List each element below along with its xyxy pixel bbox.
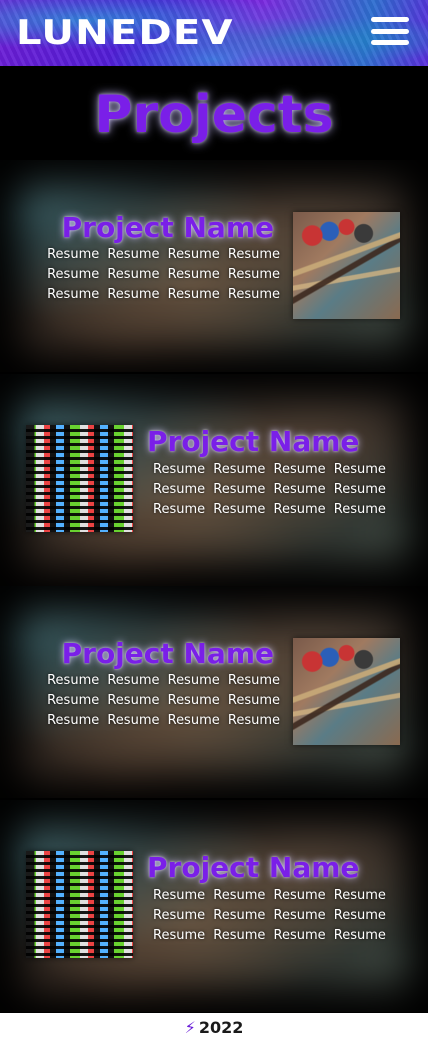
site-footer: ⚡ 2022	[0, 1013, 428, 1043]
project-description: Resume Resume Resume Resume Resume Resum…	[153, 888, 386, 943]
hamburger-menu-button[interactable]	[371, 17, 409, 45]
project-description: Resume Resume Resume Resume Resume Resum…	[153, 462, 386, 517]
hamburger-menu-icon	[371, 17, 409, 22]
hamburger-menu-icon	[371, 40, 409, 45]
page-title: Projects	[94, 85, 334, 145]
project-card: Project Name Resume Resume Resume Resume…	[0, 586, 428, 798]
paint-brushes-image[interactable]	[293, 638, 400, 745]
lightning-logo-icon: ⚡	[184, 1018, 196, 1037]
hamburger-menu-icon	[371, 28, 409, 34]
site-logo[interactable]: LUNEDEV	[16, 15, 234, 51]
site-header: LUNEDEV	[0, 0, 428, 66]
project-description: Resume Resume Resume Resume Resume Resum…	[47, 247, 280, 302]
project-card: Project Name Resume Resume Resume Resume…	[0, 374, 428, 586]
code-screen-image[interactable]	[26, 425, 133, 532]
project-title[interactable]: Project Name	[62, 211, 274, 245]
footer-year: 2022	[198, 1018, 244, 1037]
project-title[interactable]: Project Name	[62, 637, 274, 671]
project-card: Project Name Resume Resume Resume Resume…	[0, 160, 428, 372]
project-title[interactable]: Project Name	[147, 425, 359, 459]
paint-brushes-image[interactable]	[293, 212, 400, 319]
project-title[interactable]: Project Name	[147, 851, 359, 885]
project-description: Resume Resume Resume Resume Resume Resum…	[47, 673, 280, 728]
code-screen-image[interactable]	[26, 851, 133, 958]
project-card: Project Name Resume Resume Resume Resume…	[0, 800, 428, 1012]
